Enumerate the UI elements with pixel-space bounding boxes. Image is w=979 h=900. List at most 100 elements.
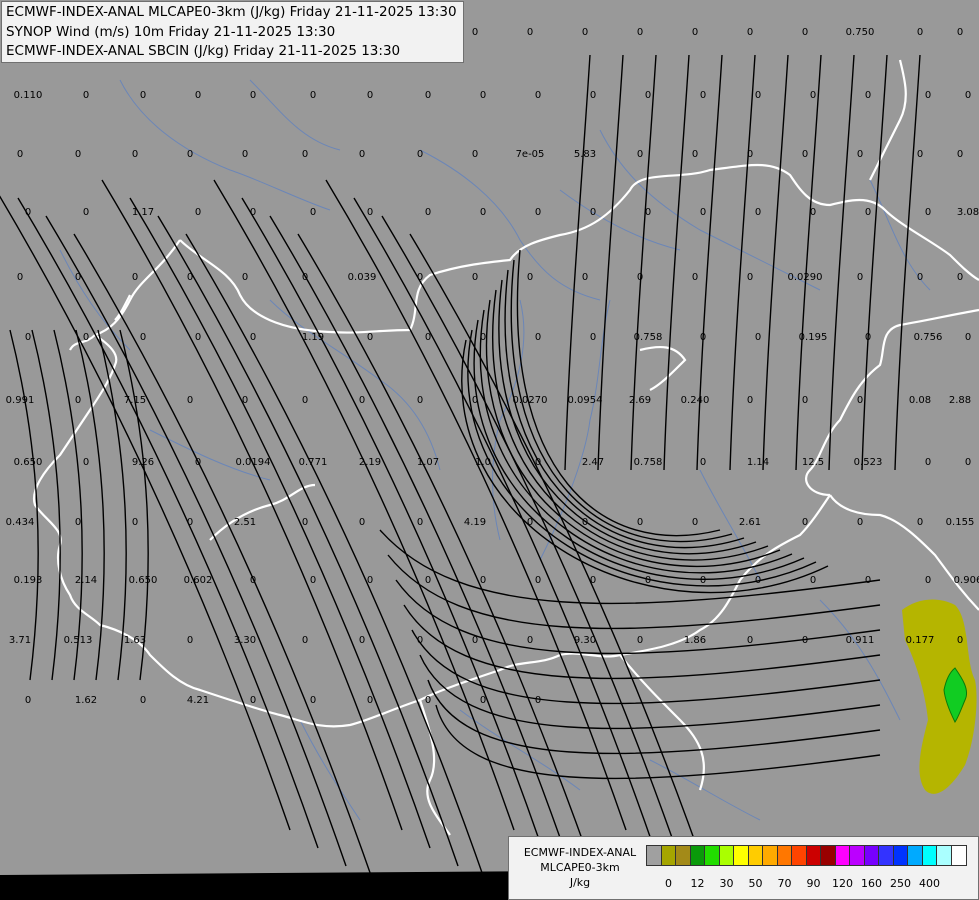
sbcin-value-label: 0 [535, 207, 541, 218]
sbcin-value-label: 0 [472, 635, 478, 646]
sbcin-value-label: 0 [755, 207, 761, 218]
sbcin-value-label: 0 [925, 457, 931, 468]
sbcin-value-label: 0 [527, 272, 533, 283]
sbcin-value-label: 0 [417, 272, 423, 283]
sbcin-value-label: 0 [527, 635, 533, 646]
sbcin-value-label: 0.991 [6, 395, 35, 406]
sbcin-value-label: 0 [417, 635, 423, 646]
sbcin-value-label: 0 [187, 395, 193, 406]
sbcin-value-label: 1.86 [684, 635, 706, 646]
sbcin-value-label: 0.177 [906, 635, 935, 646]
sbcin-value-label: 0 [425, 695, 431, 706]
sbcin-value-label: 12.5 [802, 457, 824, 468]
sbcin-value-label: 0 [865, 207, 871, 218]
sbcin-value-label: 0.155 [946, 517, 975, 528]
sbcin-value-label: 0 [302, 395, 308, 406]
title-line-mlcape: ECMWF-INDEX-ANAL MLCAPE0-3km (J/kg) Frid… [6, 4, 457, 20]
sbcin-value-label: 0 [857, 395, 863, 406]
sbcin-value-label: 0 [140, 332, 146, 343]
legend-title-parameter: MLCAPE0-3km [540, 861, 620, 874]
sbcin-value-label: 0.039 [348, 272, 377, 283]
sbcin-value-label: 0 [925, 575, 931, 586]
sbcin-value-label: 0 [925, 90, 931, 101]
sbcin-value-label: 4.21 [187, 695, 209, 706]
sbcin-value-label: 0 [75, 272, 81, 283]
sbcin-value-label: 0 [802, 27, 808, 38]
sbcin-value-label: 0 [83, 332, 89, 343]
sbcin-value-label: 0 [187, 635, 193, 646]
sbcin-value-label: 7e-05 [516, 149, 545, 160]
sbcin-value-label: 0 [250, 695, 256, 706]
sbcin-value-label: 0 [857, 517, 863, 528]
sbcin-value-label: 1.19 [302, 332, 324, 343]
sbcin-value-label: 0 [302, 517, 308, 528]
sbcin-value-label: 0 [480, 332, 486, 343]
sbcin-value-label: 0.240 [681, 395, 710, 406]
sbcin-value-label: 4.19 [464, 517, 486, 528]
sbcin-value-label: 0 [250, 207, 256, 218]
sbcin-value-label: 0.758 [634, 332, 663, 343]
sbcin-value-label: 2.88 [949, 395, 971, 406]
sbcin-value-label: 0 [965, 90, 971, 101]
legend-tick-label: 250 [890, 877, 911, 890]
sbcin-value-label: 0 [250, 90, 256, 101]
sbcin-value-label: 0 [692, 517, 698, 528]
sbcin-value-label: 0 [187, 149, 193, 160]
sbcin-value-label: 0 [83, 90, 89, 101]
sbcin-value-label: 3.30 [234, 635, 256, 646]
sbcin-value-label: 0 [417, 517, 423, 528]
sbcin-value-label: 0.750 [846, 27, 875, 38]
sbcin-value-label: 0.911 [846, 635, 875, 646]
sbcin-value-label: 0.513 [64, 635, 93, 646]
sbcin-value-label: 0 [359, 517, 365, 528]
sbcin-value-label: 0 [700, 575, 706, 586]
weather-map: 0 0 0 0 0 0 0 0.750 0 0 0.110 0 0 0 0 0 0 0 0 0 0 0 0 0 0 0 0 0 0 0 0 0… [0, 0, 979, 900]
sbcin-value-label: 0 [17, 149, 23, 160]
sbcin-value-label: 9.26 [132, 457, 154, 468]
sbcin-value-label: 0 [692, 27, 698, 38]
sbcin-value-label: 0 [747, 635, 753, 646]
sbcin-value-label: 0 [590, 207, 596, 218]
sbcin-value-label: 0 [582, 272, 588, 283]
sbcin-value-label: 0 [302, 635, 308, 646]
sbcin-value-label: 0 [310, 575, 316, 586]
sbcin-value-label: 0 [582, 27, 588, 38]
sbcin-value-label: 0.650 [14, 457, 43, 468]
sbcin-value-label: 0 [425, 90, 431, 101]
title-line-sbcin: ECMWF-INDEX-ANAL SBCIN (J/kg) Friday 21-… [6, 43, 401, 59]
sbcin-value-label: 0 [810, 575, 816, 586]
sbcin-value-label: 0 [242, 149, 248, 160]
sbcin-value-label: 0 [917, 272, 923, 283]
sbcin-value-label: 0 [810, 90, 816, 101]
sbcin-value-label: 0 [425, 207, 431, 218]
legend-tick-label: 30 [719, 877, 734, 890]
sbcin-value-label: 0.758 [634, 457, 663, 468]
sbcin-value-label: 0 [187, 517, 193, 528]
sbcin-value-label: 0.110 [14, 90, 43, 101]
sbcin-value-label: 0 [367, 90, 373, 101]
sbcin-value-label: 0 [527, 517, 533, 528]
sbcin-value-label: 0 [700, 457, 706, 468]
sbcin-value-label: 0 [310, 695, 316, 706]
sbcin-value-label: 2.51 [234, 517, 256, 528]
sbcin-value-label: 0 [755, 90, 761, 101]
sbcin-value-label: 0 [359, 635, 365, 646]
sbcin-value-label: 0 [802, 149, 808, 160]
sbcin-value-label: 0 [250, 332, 256, 343]
sbcin-value-label: 0 [75, 395, 81, 406]
sbcin-value-label: 0 [310, 207, 316, 218]
title-line-wind: SYNOP Wind (m/s) 10m Friday 21-11-2025 1… [6, 23, 336, 40]
sbcin-value-label: 0 [747, 272, 753, 283]
sbcin-value-label: 0 [965, 457, 971, 468]
sbcin-value-label: 1.0 [475, 457, 491, 468]
sbcin-value-label: 0 [132, 517, 138, 528]
sbcin-value-label: 0 [535, 575, 541, 586]
sbcin-value-label: 0 [480, 695, 486, 706]
sbcin-value-label: 0 [865, 575, 871, 586]
sbcin-value-label: 0 [25, 332, 31, 343]
sbcin-value-label: 0 [140, 90, 146, 101]
sbcin-value-label: 0 [810, 207, 816, 218]
sbcin-value-label: 0 [802, 395, 808, 406]
sbcin-value-label: 0 [527, 27, 533, 38]
sbcin-value-label: 0 [417, 149, 423, 160]
